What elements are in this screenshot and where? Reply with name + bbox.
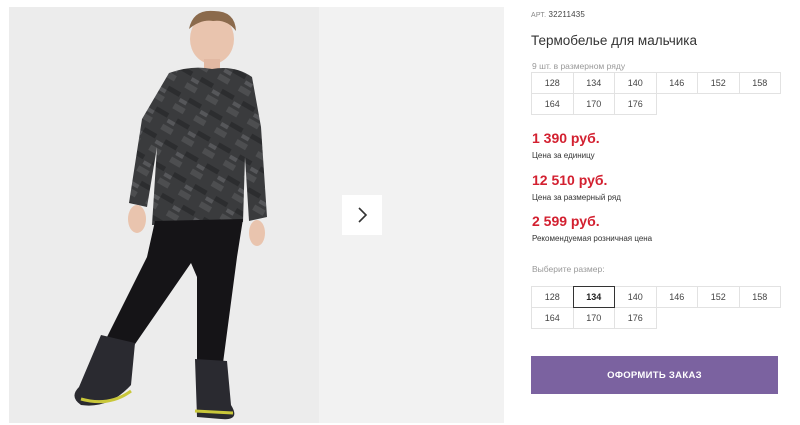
size-row-cell: 158 — [738, 72, 781, 94]
size-row-cell: 134 — [572, 72, 615, 94]
size-option[interactable]: 134 — [572, 286, 615, 308]
size-row-cell: 146 — [655, 72, 698, 94]
size-row-grid: 128 134 140 146 152 158 164 170 176 — [531, 72, 781, 115]
size-row-cell: 170 — [572, 93, 615, 115]
next-image-button[interactable] — [342, 195, 382, 235]
article-label: АРТ. — [531, 12, 547, 19]
size-option[interactable]: 146 — [655, 286, 698, 308]
size-option[interactable]: 176 — [614, 307, 657, 329]
unit-price: 1 390 руб. — [532, 130, 600, 146]
size-option[interactable]: 158 — [738, 286, 781, 308]
article-value: 32211435 — [548, 10, 586, 19]
size-row-cell: 164 — [531, 93, 574, 115]
place-order-button[interactable]: ОФОРМИТЬ ЗАКАЗ — [531, 356, 778, 394]
chevron-right-icon — [358, 207, 368, 223]
boy-in-thermal-underwear-image — [74, 10, 267, 420]
size-row-cell: 140 — [614, 72, 657, 94]
size-option[interactable]: 128 — [531, 286, 574, 308]
size-row-price: 12 510 руб. — [532, 172, 608, 188]
size-option[interactable]: 170 — [572, 307, 615, 329]
size-row-cell: 176 — [614, 93, 657, 115]
unit-price-note: Цена за единицу — [532, 151, 595, 160]
retail-price: 2 599 руб. — [532, 213, 600, 229]
size-row-cell: 128 — [531, 72, 574, 94]
product-gallery — [9, 7, 504, 423]
size-option[interactable]: 152 — [697, 286, 740, 308]
size-row-cell: 152 — [697, 72, 740, 94]
product-title: Термобелье для мальчика — [531, 33, 698, 48]
article-number: АРТ. 32211435 — [531, 10, 585, 19]
size-row-label: 9 шт. в размерном ряду — [532, 61, 626, 71]
choose-size-label: Выберите размер: — [532, 264, 605, 274]
size-option[interactable]: 140 — [614, 286, 657, 308]
size-row-price-note: Цена за размерный ряд — [532, 193, 621, 202]
product-photo[interactable] — [9, 7, 319, 423]
size-selector: 128 134 140 146 152 158 164 170 176 — [531, 286, 781, 329]
retail-price-note: Рекомендуемая розничная цена — [532, 234, 653, 243]
size-option[interactable]: 164 — [531, 307, 574, 329]
